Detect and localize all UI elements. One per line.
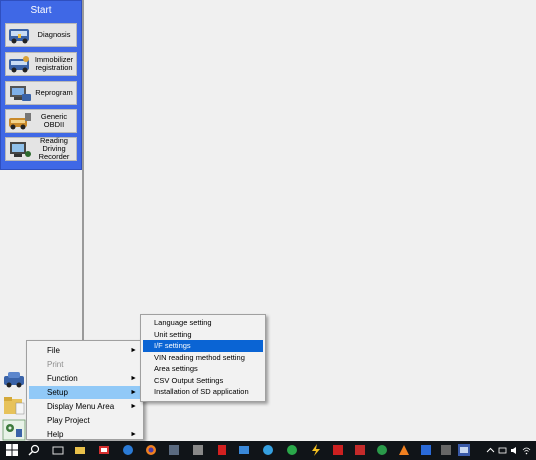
app-icon[interactable] <box>168 444 180 456</box>
firefox-icon[interactable] <box>145 444 157 456</box>
app-icon[interactable] <box>354 444 366 456</box>
diagnosis-button[interactable]: Diagnosis <box>5 23 77 47</box>
submenu-item-vin-reading-method-setting[interactable]: VIN reading method setting <box>143 352 263 364</box>
submenu-arrow-icon: ► <box>130 375 137 382</box>
store-icon[interactable] <box>286 444 298 456</box>
start-title: Start <box>30 5 52 16</box>
reprogram-label: Reprogram <box>35 88 73 97</box>
submenu-arrow-icon: ► <box>130 403 137 410</box>
submenu-item-installation-of-sd-application[interactable]: Installation of SD application <box>143 386 263 398</box>
menu-item-setup[interactable]: Setup ► <box>29 386 141 399</box>
generic-obdii-label: Generic OBDII <box>40 112 68 129</box>
menu-item-function-label: Function <box>47 374 78 383</box>
edge-icon[interactable] <box>122 444 134 456</box>
mail-icon[interactable] <box>98 444 110 456</box>
pdf-icon[interactable] <box>216 444 228 456</box>
generic-obdii-button[interactable]: Generic OBDII <box>5 109 77 133</box>
menu-item-display-menu-area[interactable]: Display Menu Area ► <box>29 400 141 413</box>
setup-submenu: Language setting Unit setting I/F settin… <box>140 314 266 402</box>
folder-icon[interactable] <box>74 444 86 456</box>
car-icon[interactable] <box>2 368 26 390</box>
submenu-item-unit-setting[interactable]: Unit setting <box>143 329 263 341</box>
reprogram-icon <box>10 86 31 101</box>
submenu-item-csv-output-settings[interactable]: CSV Output Settings <box>143 375 263 387</box>
reading-driving-recorder-button[interactable]: Reading Driving Recorder <box>5 137 77 161</box>
app-icon[interactable] <box>440 444 452 456</box>
app-icon[interactable] <box>420 444 432 456</box>
menu-item-setup-label: Setup <box>47 388 68 397</box>
context-menu: File ► Print Function ► Setup ► Display … <box>26 340 144 440</box>
vlc-icon[interactable] <box>398 444 410 456</box>
chevron-up-icon[interactable] <box>486 446 495 455</box>
chat-icon[interactable] <box>262 444 274 456</box>
settings-icon[interactable] <box>2 419 26 441</box>
immobilizer-label: Immobilizer registration <box>34 55 74 72</box>
submenu-item-area-settings[interactable]: Area settings <box>143 363 263 375</box>
menu-item-help-label: Help <box>47 430 64 439</box>
folder-icon[interactable] <box>2 395 26 417</box>
network-icon[interactable] <box>498 446 507 455</box>
submenu-item-if-settings[interactable]: I/F settings <box>143 340 263 352</box>
submenu-arrow-icon: ► <box>130 347 137 354</box>
reprogram-button[interactable]: Reprogram <box>5 81 77 105</box>
menu-item-play-project-label: Play Project <box>47 416 90 425</box>
menu-item-print-label: Print <box>47 360 64 369</box>
menu-item-file[interactable]: File ► <box>29 344 141 357</box>
taskbar <box>0 441 536 460</box>
task-view-icon[interactable] <box>52 444 64 456</box>
app-icon[interactable] <box>376 444 388 456</box>
menu-item-print: Print <box>29 358 141 371</box>
app-icon[interactable] <box>192 444 204 456</box>
media-icon[interactable] <box>238 444 250 456</box>
menu-item-help[interactable]: Help ► <box>29 428 141 441</box>
search-icon[interactable] <box>28 444 40 456</box>
submenu-arrow-icon: ► <box>130 389 137 396</box>
car-diagnosis-icon <box>9 29 29 44</box>
active-app-icon[interactable] <box>458 444 470 456</box>
windows-start-icon[interactable] <box>6 444 18 456</box>
reading-driving-recorder-label: Reading Driving Recorder <box>38 136 70 161</box>
menu-item-function[interactable]: Function ► <box>29 372 141 385</box>
menu-item-display-menu-area-label: Display Menu Area <box>47 402 115 411</box>
app-icon[interactable] <box>332 444 344 456</box>
menu-item-play-project[interactable]: Play Project <box>29 414 141 427</box>
start-panel: Start Diagnosis Immobilizer registration <box>0 0 82 170</box>
recorder-icon <box>10 142 31 157</box>
menu-item-file-label: File <box>47 346 60 355</box>
diagnosis-label: Diagnosis <box>37 30 71 39</box>
immobilizer-icon <box>9 56 29 73</box>
obd-icon <box>9 113 31 130</box>
submenu-arrow-icon: ► <box>130 431 137 438</box>
wifi-icon[interactable] <box>522 446 531 455</box>
submenu-item-language-setting[interactable]: Language setting <box>143 317 263 329</box>
immobilizer-registration-button[interactable]: Immobilizer registration <box>5 52 77 76</box>
volume-icon[interactable] <box>510 446 519 455</box>
zap-icon[interactable] <box>310 444 322 456</box>
